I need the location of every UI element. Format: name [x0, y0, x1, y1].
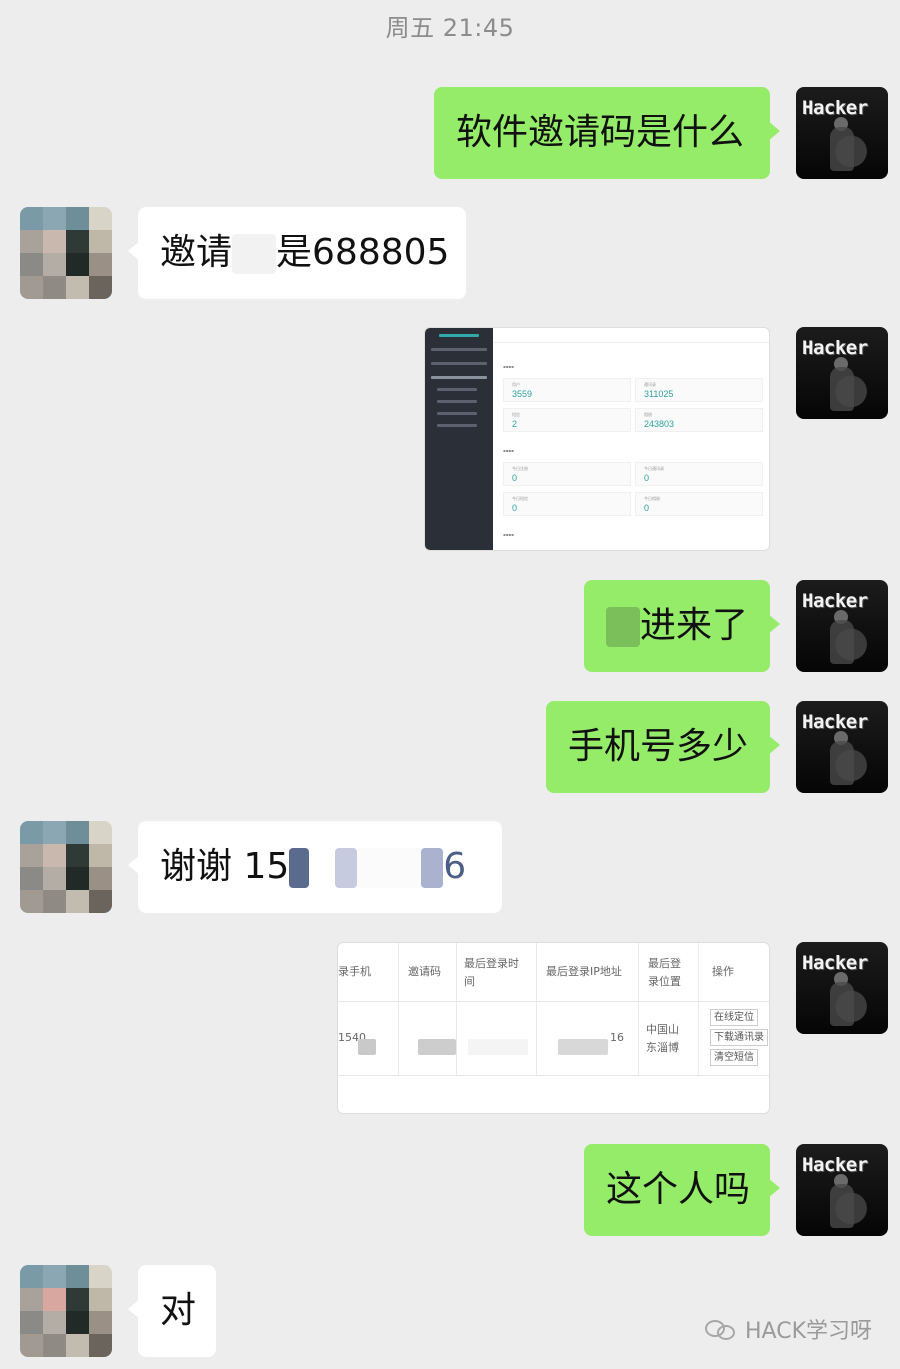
table-cell-location: 中国山东淄博	[646, 1023, 679, 1054]
pixelated-avatar-icon	[20, 1265, 112, 1357]
stat-card: 通讯录 311025	[635, 378, 763, 402]
contact-avatar[interactable]	[20, 207, 112, 299]
stat-card: 今日相册 0	[635, 492, 763, 516]
contact-avatar[interactable]	[20, 1265, 112, 1357]
user-avatar[interactable]: Hacker	[796, 701, 888, 793]
message-text: 对	[160, 1290, 197, 1331]
column-header: 最后登录时间	[464, 957, 519, 988]
watermark: HACK学习呀	[705, 1313, 872, 1345]
stat-card: 今日通讯录 0	[635, 462, 763, 486]
message-text-prefix: 谢谢 15	[160, 846, 290, 887]
user-avatar[interactable]: Hacker	[796, 327, 888, 419]
column-header: 邀请码	[408, 965, 441, 978]
message-text: 这个人吗	[606, 1169, 751, 1210]
avatar-label: Hacker	[802, 952, 868, 974]
message-bubble-outgoing[interactable]: 软件邀请码是什么	[434, 87, 780, 179]
avatar-label: Hacker	[802, 590, 868, 612]
stat-card: 短信 2	[503, 408, 631, 432]
admin-topbar	[493, 328, 769, 343]
column-header: 录手机	[338, 965, 371, 978]
avatar-label: Hacker	[802, 337, 868, 359]
pixelated-avatar-icon	[20, 207, 112, 299]
stat-card: 今日注册 0	[503, 462, 631, 486]
locate-online-button[interactable]: 在线定位	[710, 1009, 758, 1026]
redaction-blur	[232, 234, 277, 274]
message-bubble-incoming[interactable]: 对	[128, 1265, 216, 1357]
watermark-text: HACK学习呀	[745, 1319, 872, 1344]
message-bubble-outgoing[interactable]: 这个人吗	[584, 1144, 780, 1236]
avatar-label: Hacker	[802, 97, 868, 119]
message-text: 手机号多少	[568, 726, 749, 767]
timestamp: 周五 21:45	[385, 14, 515, 42]
avatar-label: Hacker	[802, 711, 868, 733]
message-text: 进来了	[640, 605, 749, 646]
wechat-icon	[705, 1318, 737, 1340]
message-bubble-outgoing[interactable]: 进来了	[584, 580, 780, 672]
message-text-suffix: 6	[443, 846, 467, 887]
avatar-label: Hacker	[802, 1154, 868, 1176]
admin-sidebar	[425, 328, 493, 550]
message-bubble-incoming[interactable]: 邀请 是688805	[128, 207, 466, 299]
message-text: 软件邀请码是什么	[456, 112, 745, 153]
pixelated-avatar-icon	[20, 821, 112, 913]
stat-card: 今日短信 0	[503, 492, 631, 516]
stat-card: 相册 243803	[635, 408, 763, 432]
download-contacts-button[interactable]: 下载通讯录	[710, 1029, 768, 1046]
column-header: 最后登录位置	[648, 957, 681, 988]
contact-avatar[interactable]	[20, 821, 112, 913]
user-avatar[interactable]: Hacker	[796, 1144, 888, 1236]
message-bubble-incoming[interactable]: 谢谢 15 6	[128, 821, 502, 913]
stat-card: 用户 3559	[503, 378, 631, 402]
message-text-prefix: 邀请	[160, 232, 233, 273]
clear-sms-button[interactable]: 清空短信	[710, 1049, 758, 1066]
message-text-suffix: 是688805	[276, 232, 450, 273]
user-avatar[interactable]: Hacker	[796, 580, 888, 672]
column-header: 最后登录IP地址	[546, 965, 622, 978]
column-header: 操作	[712, 965, 734, 978]
user-table-screenshot-image[interactable]: 录手机 邀请码 最后登录时间 最后登录IP地址 最后登录位置 操作 1540 1…	[337, 942, 770, 1114]
user-avatar[interactable]: Hacker	[796, 942, 888, 1034]
user-avatar[interactable]: Hacker	[796, 87, 888, 179]
redaction-blur	[357, 848, 422, 888]
dashboard-screenshot-image[interactable]: ▪▪▪▪ 用户 3559 通讯录 311025 短信 2 相册 243803 ▪…	[424, 327, 770, 551]
redaction-blur	[606, 607, 640, 647]
message-bubble-outgoing[interactable]: 手机号多少	[546, 701, 780, 793]
table-cell-ip: 16	[610, 1031, 624, 1044]
